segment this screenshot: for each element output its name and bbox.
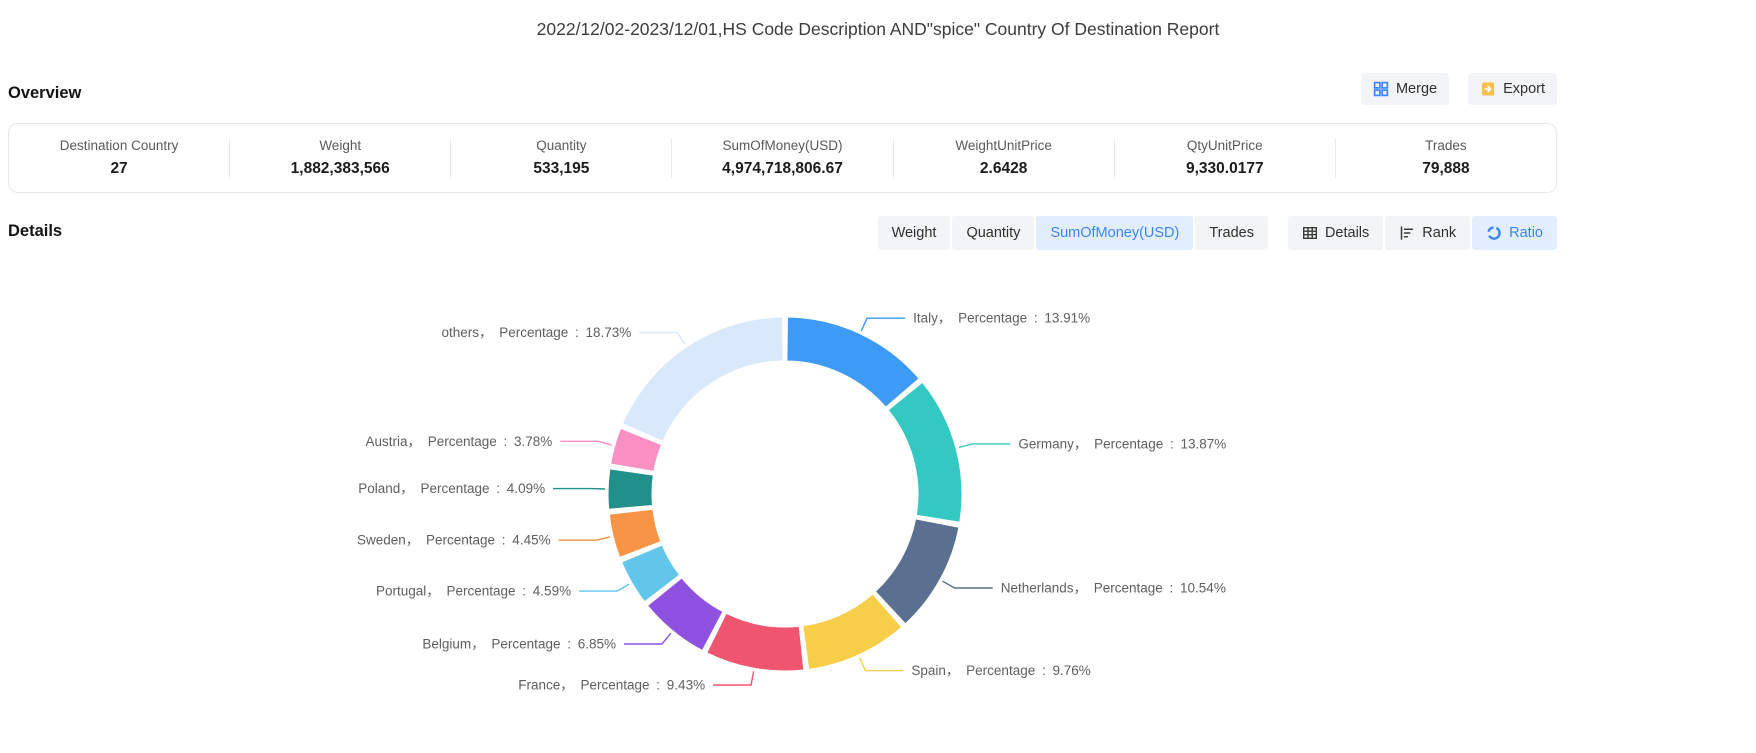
- donut-chart: Italy， Percentage : 13.91% Germany， Perce…: [0, 0, 1756, 753]
- chart-label-belgium: Belgium， Percentage : 6.85%: [422, 637, 616, 652]
- chart-leader-sweden: [559, 537, 611, 540]
- chart-leader-belgium: [624, 633, 671, 644]
- donut-slice-france[interactable]: [707, 613, 804, 671]
- donut-slice-netherlands[interactable]: [875, 519, 959, 624]
- chart-label-france: France， Percentage : 9.43%: [518, 678, 705, 693]
- donut-slice-poland[interactable]: [608, 469, 653, 509]
- chart-label-others: others， Percentage : 18.73%: [441, 325, 631, 340]
- chart-leader-france: [713, 671, 754, 685]
- chart-label-austria: Austria， Percentage : 3.78%: [365, 434, 552, 449]
- donut-slice-others[interactable]: [623, 317, 784, 441]
- chart-leader-portugal: [579, 584, 629, 591]
- chart-leader-spain: [860, 658, 904, 671]
- chart-leader-italy: [861, 318, 905, 331]
- donut-slice-spain[interactable]: [803, 594, 902, 669]
- chart-label-spain: Spain， Percentage : 9.76%: [911, 663, 1090, 678]
- chart-label-germany: Germany， Percentage : 13.87%: [1018, 436, 1226, 451]
- chart-leader-others: [639, 333, 685, 345]
- chart-label-italy: Italy， Percentage : 13.91%: [913, 311, 1090, 326]
- chart-label-sweden: Sweden， Percentage : 4.45%: [357, 533, 551, 548]
- chart-leader-austria: [560, 441, 612, 445]
- chart-leader-netherlands: [943, 581, 993, 588]
- chart-label-netherlands: Netherlands， Percentage : 10.54%: [1001, 581, 1226, 596]
- chart-leader-germany: [959, 444, 1011, 448]
- donut-slice-germany[interactable]: [888, 382, 962, 522]
- chart-label-poland: Poland， Percentage : 4.09%: [358, 481, 545, 496]
- donut-slice-italy[interactable]: [787, 317, 919, 407]
- chart-label-portugal: Portugal， Percentage : 4.59%: [376, 584, 571, 599]
